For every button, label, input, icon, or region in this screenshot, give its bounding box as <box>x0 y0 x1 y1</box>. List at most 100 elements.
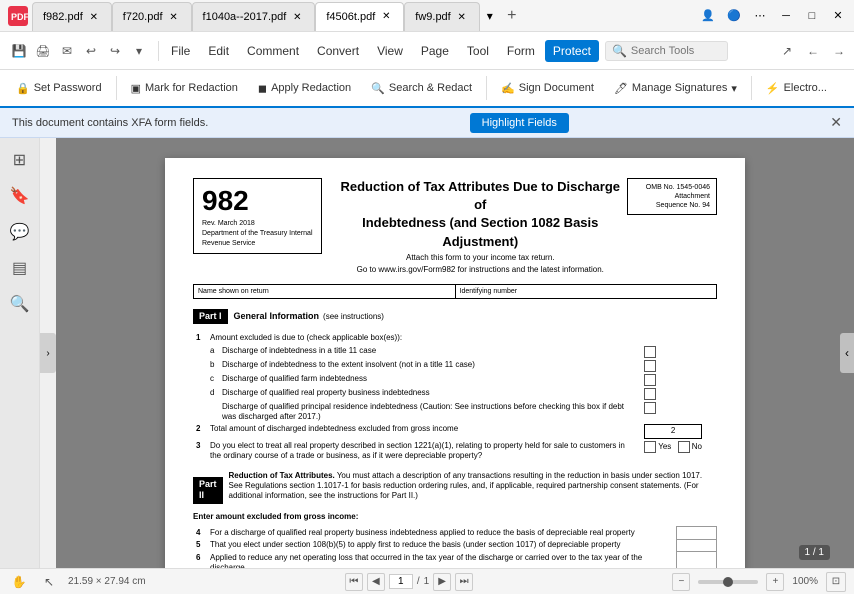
sidebar-search-icon[interactable]: 🔍 <box>6 290 34 318</box>
info-bar-close[interactable]: ✕ <box>830 114 842 131</box>
search-redact-button[interactable]: 🔍 Search & Redact <box>363 78 480 99</box>
zoom-track <box>698 580 758 584</box>
add-tab-button[interactable]: + <box>500 4 524 28</box>
right-collapse-button[interactable]: ‹ <box>840 333 854 373</box>
menu-form[interactable]: Form <box>499 40 543 62</box>
item6-number: 6 <box>193 552 207 568</box>
tabs-bar: f982.pdf ✕ f720.pdf ✕ f1040a--2017.pdf ✕… <box>32 1 696 31</box>
mark-redaction-button[interactable]: ▣ Mark for Redaction <box>123 78 246 99</box>
tab-close-fw9[interactable]: ✕ <box>455 10 469 24</box>
checkbox-1a[interactable] <box>644 346 656 358</box>
tab-overflow[interactable]: ▾ <box>480 4 500 28</box>
item4-input <box>677 527 717 539</box>
prev-page-button[interactable]: ◀ <box>367 573 385 591</box>
zoom-out-button[interactable]: − <box>672 573 690 591</box>
sidebar-bookmarks-icon[interactable]: 🔖 <box>6 182 34 210</box>
email-quick-button[interactable]: ✉ <box>56 40 78 62</box>
page-sep: / <box>417 576 420 587</box>
next-page-button[interactable]: ▶ <box>433 573 451 591</box>
document-container[interactable]: 982 Rev. March 2018 Department of the Tr… <box>56 138 854 568</box>
menu-tool[interactable]: Tool <box>459 40 497 62</box>
manage-signatures-button[interactable]: 🖊 Manage Signatures ▾ <box>606 78 745 99</box>
zoom-slider[interactable] <box>698 580 758 584</box>
part2-header: Part II <box>193 477 223 504</box>
menu-view[interactable]: View <box>369 40 411 62</box>
sidebar-pages-icon[interactable]: ⊞ <box>6 146 34 174</box>
checkbox-3-yes[interactable] <box>644 441 656 453</box>
sidebar-comments-icon[interactable]: 💬 <box>6 218 34 246</box>
tab-label: fw9.pdf <box>415 11 450 23</box>
part2-label: Part II <box>199 479 217 502</box>
item1a-row: a Discharge of indebtedness in a title 1… <box>193 345 717 359</box>
minimize-button[interactable]: ─ <box>774 4 798 28</box>
page-total: 1 <box>424 576 430 587</box>
tab-f1040a[interactable]: f1040a--2017.pdf ✕ <box>192 2 316 31</box>
last-page-button[interactable]: ⏭ <box>455 573 473 591</box>
enter-amount-label: Enter amount excluded from gross income: <box>193 512 717 522</box>
undo-quick-button[interactable]: ↩ <box>80 40 102 62</box>
tab-f720[interactable]: f720.pdf ✕ <box>112 2 192 31</box>
account-icon[interactable]: 🔵 <box>722 4 746 28</box>
checkbox-3-no[interactable] <box>678 441 690 453</box>
sidebar-collapse-button[interactable]: › <box>40 333 56 373</box>
dimensions-label: 21.59 × 27.94 cm <box>68 576 146 587</box>
redo-quick-button[interactable]: ↪ <box>104 40 126 62</box>
item1e-row: Discharge of qualified principal residen… <box>193 401 717 424</box>
item4-number: 4 <box>193 527 207 539</box>
tab-close-f4506t[interactable]: ✕ <box>379 10 393 24</box>
zoom-thumb[interactable] <box>723 577 733 587</box>
first-page-button[interactable]: ⏮ <box>345 573 363 591</box>
menu-page[interactable]: Page <box>413 40 457 62</box>
document-area: 982 Rev. March 2018 Department of the Tr… <box>56 138 854 568</box>
tab-close-f982[interactable]: ✕ <box>87 10 101 24</box>
menu-file[interactable]: File <box>163 40 198 62</box>
pdf-page: 982 Rev. March 2018 Department of the Tr… <box>165 158 745 568</box>
menu-comment[interactable]: Comment <box>239 40 307 62</box>
pan-tool-icon[interactable]: ✋ <box>8 571 30 593</box>
checkbox-1d[interactable] <box>644 388 656 400</box>
protect-toolbar: 🔒 Set Password ▣ Mark for Redaction ◼ Ap… <box>0 70 854 108</box>
menu-protect[interactable]: Protect <box>545 40 599 62</box>
tab-label: f1040a--2017.pdf <box>203 11 287 23</box>
quick-access-dropdown[interactable]: ▾ <box>128 40 150 62</box>
save-quick-button[interactable]: 💾 <box>8 40 30 62</box>
item1-number: 1 <box>193 332 207 344</box>
item3-text: Do you elect to treat all real property … <box>207 440 641 463</box>
page-number-input[interactable] <box>389 574 413 589</box>
menu-convert[interactable]: Convert <box>309 40 367 62</box>
part1-table: 1 Amount excluded is due to (check appli… <box>193 332 717 462</box>
fit-page-button[interactable]: ⊡ <box>826 572 846 592</box>
form-link: Go to www.irs.gov/Form982 for instructio… <box>334 265 628 275</box>
external-link-icon[interactable]: ↗ <box>776 40 798 62</box>
tab-f982[interactable]: f982.pdf ✕ <box>32 2 112 31</box>
checkbox-1b[interactable] <box>644 360 656 372</box>
mark-icon: ▣ <box>131 82 141 95</box>
restore-button[interactable]: □ <box>800 4 824 28</box>
sign-document-button[interactable]: ✍ Sign Document <box>493 78 602 99</box>
electro-button[interactable]: ⚡ Electro... <box>758 78 835 99</box>
tab-fw9[interactable]: fw9.pdf ✕ <box>404 2 479 31</box>
tab-close-f720[interactable]: ✕ <box>167 10 181 24</box>
tab-close-f1040a[interactable]: ✕ <box>290 10 304 24</box>
back-icon[interactable]: ← <box>802 40 824 62</box>
apply-redaction-label: Apply Redaction <box>271 82 351 94</box>
set-password-button[interactable]: 🔒 Set Password <box>8 78 110 99</box>
forward-icon[interactable]: → <box>828 40 850 62</box>
checkbox-1c[interactable] <box>644 374 656 386</box>
tab-f4506t[interactable]: f4506t.pdf ✕ <box>315 2 404 31</box>
select-tool-icon[interactable]: ↖ <box>38 571 60 593</box>
print-quick-button[interactable]: 🖨 <box>32 40 54 62</box>
user-icon[interactable]: 👤 <box>696 4 720 28</box>
apply-redaction-button[interactable]: ◼ Apply Redaction <box>250 78 359 99</box>
checkbox-1e[interactable] <box>644 402 656 414</box>
menu-edit[interactable]: Edit <box>200 40 237 62</box>
highlight-fields-button[interactable]: Highlight Fields <box>470 113 569 133</box>
more-icon[interactable]: ⋯ <box>748 4 772 28</box>
search-tools-input[interactable] <box>631 45 721 57</box>
sidebar-fields-icon[interactable]: ▤ <box>6 254 34 282</box>
item2-value: 2 <box>644 424 702 438</box>
item6-input <box>677 552 717 568</box>
close-button[interactable]: ✕ <box>826 4 850 28</box>
zoom-in-button[interactable]: + <box>766 573 784 591</box>
toolbar-sep-1 <box>116 76 117 100</box>
